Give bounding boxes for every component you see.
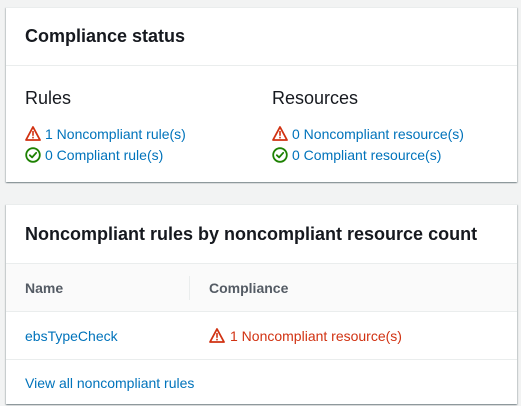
- noncompliant-rules-card: Noncompliant rules by noncompliant resou…: [6, 204, 517, 404]
- column-header-name[interactable]: Name: [25, 280, 63, 296]
- view-all-noncompliant-rules-link[interactable]: View all noncompliant rules: [25, 375, 194, 391]
- rules-column: Rules 1 Noncompliant rule(s) 0 Compliant…: [25, 88, 186, 166]
- compliant-rules-row[interactable]: 0 Compliant rule(s): [25, 145, 186, 164]
- compliance-status-card: Compliance status Rules 1 Noncompliant r…: [6, 7, 517, 182]
- column-divider[interactable]: [189, 276, 190, 300]
- warning-icon: [272, 126, 288, 141]
- compliance-status-title: Compliance status: [6, 8, 517, 66]
- check-circle-icon: [25, 146, 41, 163]
- rule-name-link[interactable]: ebsTypeCheck: [25, 328, 118, 344]
- noncompliant-rules-row[interactable]: 1 Noncompliant rule(s): [25, 124, 186, 143]
- table-row: ebsTypeCheck 1 Noncompliant resource(s): [6, 312, 517, 360]
- check-circle-icon: [272, 146, 288, 163]
- compliance-status-body: Rules 1 Noncompliant rule(s) 0 Compliant…: [6, 66, 517, 181]
- noncompliant-resources-row[interactable]: 0 Noncompliant resource(s): [272, 124, 464, 143]
- compliant-resources-link[interactable]: 0 Compliant resource(s): [292, 147, 441, 163]
- resources-heading: Resources: [272, 88, 359, 108]
- compliant-rules-link[interactable]: 0 Compliant rule(s): [45, 147, 163, 163]
- rule-compliance-cell[interactable]: 1 Noncompliant resource(s): [209, 328, 402, 344]
- noncompliant-rules-title: Noncompliant rules by noncompliant resou…: [6, 205, 517, 264]
- warning-icon: [25, 126, 41, 141]
- resources-column: Resources 0 Noncompliant resource(s) 0 C…: [272, 88, 464, 166]
- table-header: Name Compliance: [6, 264, 517, 312]
- warning-icon: [209, 328, 225, 343]
- noncompliant-rules-link[interactable]: 1 Noncompliant rule(s): [45, 126, 186, 142]
- rules-heading: Rules: [25, 88, 72, 108]
- card-footer: View all noncompliant rules: [6, 360, 517, 406]
- noncompliant-resources-link[interactable]: 0 Noncompliant resource(s): [292, 126, 464, 142]
- compliant-resources-row[interactable]: 0 Compliant resource(s): [272, 145, 464, 164]
- column-header-compliance[interactable]: Compliance: [209, 280, 288, 296]
- rule-compliance-text[interactable]: 1 Noncompliant resource(s): [230, 328, 402, 344]
